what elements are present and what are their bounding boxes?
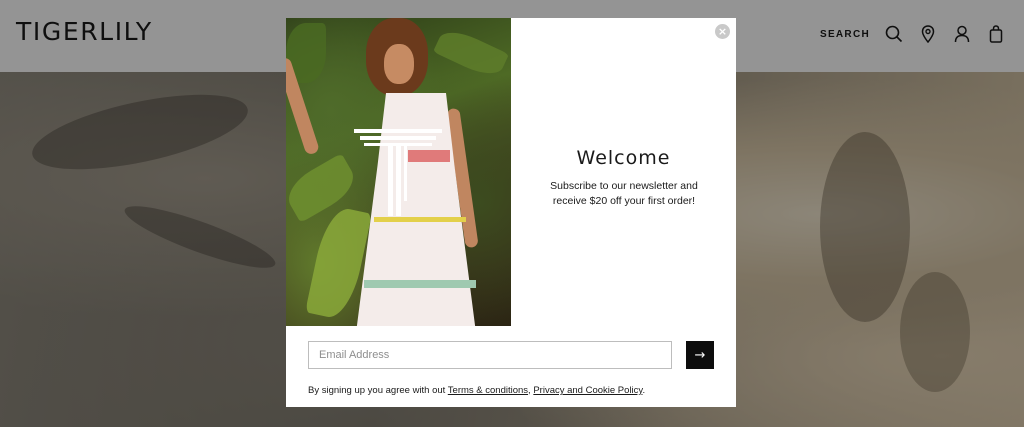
newsletter-modal: × Welcome Subscribe to our newsletter an…: [286, 18, 736, 407]
modal-title: Welcome: [576, 147, 671, 169]
privacy-policy-link[interactable]: Privacy and Cookie Policy: [533, 385, 642, 396]
email-input[interactable]: [308, 341, 672, 369]
close-button[interactable]: ×: [715, 24, 730, 39]
brand-monogram-icon: [354, 129, 442, 216]
submit-arrow-button[interactable]: →: [686, 341, 714, 369]
promo-photo: [286, 18, 511, 326]
modal-description: Subscribe to our newsletter and receive …: [550, 180, 698, 207]
legal-suffix: .: [642, 385, 646, 396]
terms-link[interactable]: Terms & conditions: [448, 385, 528, 396]
legal-prefix: By signing up you agree with out: [308, 385, 448, 396]
legal-text: By signing up you agree with out Terms &…: [308, 385, 728, 396]
